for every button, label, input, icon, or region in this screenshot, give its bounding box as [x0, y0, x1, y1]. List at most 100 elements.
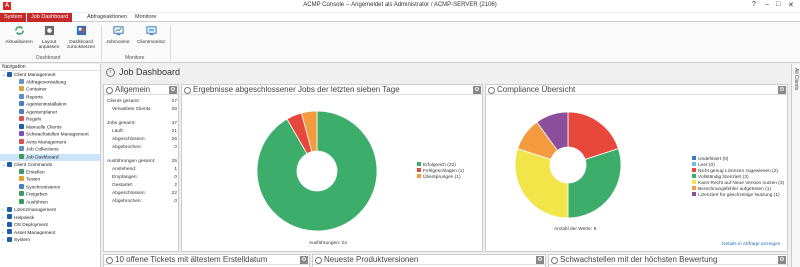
stat-row: Anstehend: 1 [107, 167, 177, 172]
sidebar-item[interactable]: Manuelle Clients [0, 123, 100, 132]
legend-label: Lizenziert für gleichzeitige Nutzung (1) [698, 193, 780, 198]
ribbon-tabs: System Job Dashboard Abfrageaktionen Mon… [0, 13, 800, 22]
legend-swatch [692, 180, 696, 184]
stat-row: Ausführungen gesamt: 25 [107, 159, 177, 164]
page-title: Job Dashboard [119, 67, 181, 77]
nav-item-label: Reports [26, 95, 43, 100]
gear-icon[interactable]: ⚙ [778, 256, 786, 264]
sidebar-item[interactable]: › Helpdesk [0, 214, 100, 222]
sidebar-item[interactable]: Erstellen [0, 168, 100, 177]
stat-row: Empfangen: 0 [107, 175, 177, 180]
sidebar-item[interactable]: Ausführen [0, 198, 100, 207]
chart-caption: Anzahl der Werte: 9 [554, 227, 597, 232]
gear-icon[interactable]: ⚙ [778, 86, 786, 94]
nav-item-label: Abfrageverwaltung [26, 80, 66, 85]
sidebar-item[interactable]: Regeln [0, 116, 100, 124]
nav-item-label: System [14, 238, 30, 243]
sidebar-item[interactable]: Agentenplaner [0, 108, 100, 117]
legend-swatch [417, 162, 421, 166]
sidebar-item[interactable]: Freigeben [0, 191, 100, 199]
stat-value: 0 [174, 199, 177, 204]
sidebar-item[interactable]: Schwachstellen Management [0, 131, 100, 139]
legend-swatch [692, 174, 696, 178]
stat-value: 22 [171, 191, 177, 196]
nav-item-icon [19, 116, 24, 121]
sidebar-item[interactable]: Synchronisieren [0, 183, 100, 192]
nav-item-icon [19, 168, 24, 174]
nav-item-icon [7, 206, 12, 212]
panel-icon [184, 87, 191, 94]
tab-system[interactable]: System [0, 13, 27, 22]
sidebar-item[interactable]: Reports [0, 93, 100, 102]
legend-item: Übersprungen (1) [417, 174, 464, 180]
panel-header: Neueste Produktversionen ⚙ [313, 255, 545, 265]
title-bar: A ACMP Console -- Angemeldet als Adminis… [0, 0, 800, 12]
gear-icon[interactable]: ⚙ [169, 86, 177, 94]
nav-item-label: Helpdesk [14, 215, 34, 221]
sidebar-item[interactable]: Testen [0, 176, 100, 184]
stat-row: Abgebrochen: 0 [107, 199, 177, 204]
stat-value: 21 [171, 129, 177, 134]
nav-item-label: Job Collections [26, 147, 59, 153]
nav-item-icon [19, 93, 24, 99]
minimize-button[interactable]: – [765, 1, 769, 8]
all-clients-tab[interactable]: All Clients [793, 68, 799, 90]
nav-item-label: Schwachstellen Management [26, 132, 89, 138]
nav-item-label: Freigeben [26, 192, 48, 198]
sidebar-item[interactable]: › OS Deployment [0, 221, 100, 229]
maximize-button[interactable]: □ [776, 1, 780, 8]
tab-job-dashboard[interactable]: Job Dashboard [27, 13, 73, 22]
sidebar-item[interactable]: › Asset Management [0, 229, 100, 237]
sidebar-item[interactable]: ⌄ Client Management [0, 71, 100, 79]
reset-dashboard-button[interactable]: Dashboard zurücksetzen [65, 25, 97, 51]
refresh-button[interactable]: Aktualisieren [4, 25, 34, 45]
legend-swatch [692, 162, 696, 166]
nav-item-label: Ausführen [26, 200, 48, 205]
panel-compliance: Compliance Übersicht ⚙ Undefiniert (0) Le… [485, 84, 788, 252]
details-link[interactable]: Details in Abfrage anzeigen [722, 242, 780, 247]
nav-item-label: Asset Management [14, 230, 56, 236]
panel-icon [551, 257, 558, 264]
stat-value: 2 [174, 183, 177, 188]
pie-slice[interactable] [567, 148, 622, 219]
gear-icon[interactable]: ⚙ [536, 256, 544, 264]
stat-row: Läuft: 21 [107, 129, 177, 134]
layout-button[interactable]: Layout anpassen [37, 25, 61, 51]
legend-label: Übersprungen (1) [423, 175, 461, 180]
nav-item-label: Client Management [14, 73, 56, 78]
sidebar-item[interactable]: › Lizenzmanagement [0, 206, 100, 214]
navigation-header: Navigation [0, 64, 100, 71]
group-separator [101, 25, 102, 61]
gear-icon[interactable]: ⚙ [300, 256, 308, 264]
nav-item-icon [19, 191, 24, 196]
stat-value: 0 [174, 145, 177, 150]
pie-slice[interactable] [514, 148, 569, 219]
tab-monitore[interactable]: Monitore [131, 13, 160, 22]
gear-icon[interactable]: ⚙ [473, 86, 481, 94]
tab-abfrageaktionen[interactable]: Abfrageaktionen [83, 13, 131, 22]
nav-item-label: OS Deployment [14, 223, 48, 228]
sidebar-item[interactable]: Avira Management [0, 138, 100, 147]
panel-header: Ergebnisse abgeschlossener Jobs der letz… [182, 85, 482, 95]
sidebar-item[interactable]: Abfrageverwaltung [0, 78, 100, 87]
sidebar-item[interactable]: Job Dashboard [0, 153, 100, 161]
sidebar-item[interactable]: Container [0, 86, 100, 94]
nav-item-label: Manuelle Clients [26, 125, 62, 130]
sidebar-item[interactable]: › System [0, 236, 100, 244]
sidebar-item[interactable]: ⌄ Client Commands [0, 161, 100, 169]
jobmonitor-button[interactable]: Jobmonitor [104, 25, 132, 45]
help-icon[interactable]: ? [752, 1, 756, 8]
right-side-strip[interactable]: All Clients [791, 64, 800, 267]
panel-header: Schwachstellen mit der höchsten Bewertun… [549, 255, 787, 265]
legend-swatch [692, 192, 696, 196]
close-button[interactable]: ✕ [788, 1, 794, 9]
back-button[interactable]: ‹ [106, 68, 115, 77]
stat-label: Abgebrochen: [112, 145, 142, 150]
clientmonitor-button[interactable]: Clientmonitor [134, 25, 168, 45]
panel-header: Allgemein ⚙ [104, 85, 178, 95]
sidebar-item[interactable]: Job Collections [0, 146, 100, 154]
stat-value: 27 [171, 99, 177, 104]
sidebar-item[interactable]: Agenteninstallation [0, 101, 100, 109]
legend-swatch [417, 168, 421, 172]
stat-value: 25 [171, 159, 177, 164]
